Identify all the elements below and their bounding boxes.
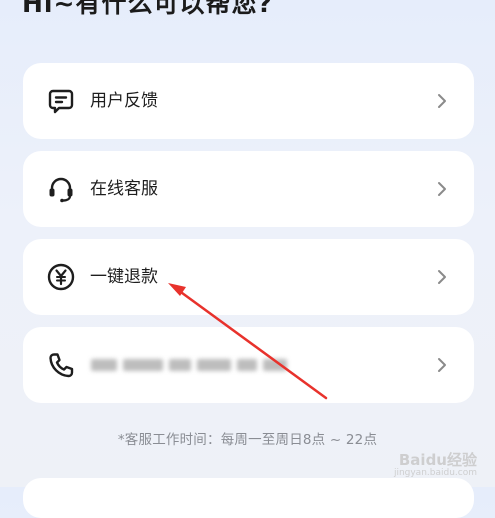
phone-icon (46, 350, 76, 380)
menu-item-label: 一键退款 (90, 267, 158, 287)
menu-item-phone[interactable] (23, 327, 474, 403)
yuan-refund-icon (46, 262, 76, 292)
menu-item-refund[interactable]: 一键退款 (23, 239, 474, 315)
chevron-right-icon (436, 179, 448, 199)
service-hours-note: *客服工作时间：每周一至周日8点 ~ 22点 (117, 432, 378, 448)
bottom-card-partial[interactable] (23, 478, 474, 518)
chevron-right-icon (436, 267, 448, 287)
chevron-right-icon (436, 91, 448, 111)
chevron-right-icon (436, 355, 448, 375)
watermark-text: Baidu经验 (398, 451, 477, 469)
feedback-chat-icon (46, 86, 76, 116)
menu-item-online-service[interactable]: 在线客服 (23, 151, 474, 227)
phone-number-redacted (85, 353, 290, 377)
menu-item-feedback[interactable]: 用户反馈 (23, 63, 474, 139)
menu-item-label: 用户反馈 (90, 91, 158, 111)
baidu-jingyan-watermark: Baidu经验 jingyan.baidu.com (394, 452, 477, 479)
headset-icon (46, 174, 76, 204)
greeting-title: Hi~有什么可以帮您? (22, 0, 273, 18)
menu-item-label: 在线客服 (90, 179, 158, 199)
watermark-url: jingyan.baidu.com (393, 468, 477, 478)
